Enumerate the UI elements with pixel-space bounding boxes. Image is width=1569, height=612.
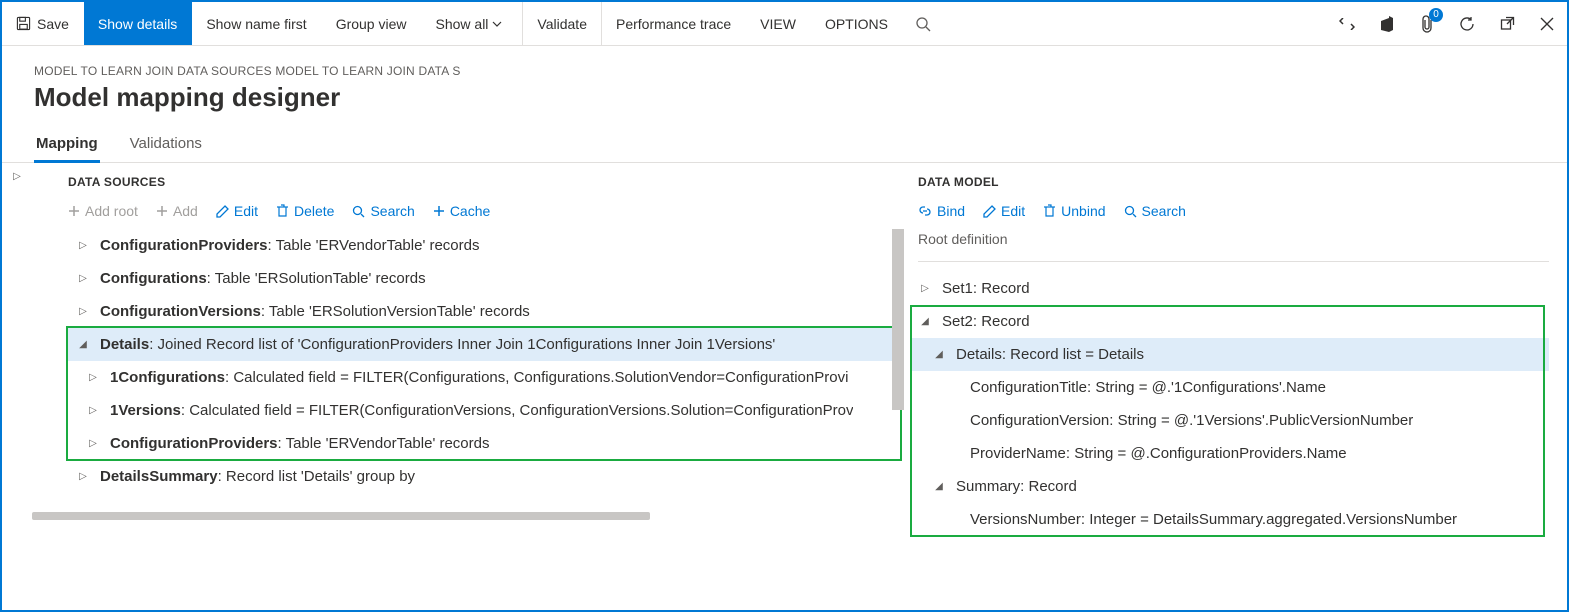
bind-button[interactable]: Bind: [918, 203, 965, 219]
expander-icon[interactable]: ▷: [76, 471, 90, 482]
expander-icon[interactable]: ▷: [86, 438, 100, 449]
validate-button[interactable]: Validate: [523, 2, 602, 45]
collapse-panel-toggle[interactable]: ▷: [2, 163, 32, 591]
search-icon: [1124, 205, 1137, 218]
edit-button[interactable]: Edit: [216, 203, 258, 219]
popout-button[interactable]: [1487, 2, 1527, 45]
unbind-button[interactable]: Unbind: [1043, 203, 1105, 219]
office-icon: [1380, 16, 1394, 32]
plus-icon: [433, 205, 445, 217]
edit-dm-button[interactable]: Edit: [983, 203, 1025, 219]
divider: [918, 261, 1549, 262]
save-button[interactable]: Save: [2, 2, 84, 45]
plus-icon: [68, 205, 80, 217]
collapser-icon[interactable]: ◢: [932, 349, 946, 360]
options-button[interactable]: OPTIONS: [811, 2, 903, 45]
tabs: Mapping Validations: [2, 119, 1567, 163]
horizontal-scrollbar[interactable]: [32, 511, 890, 521]
data-model-tree: ▷Set1: Record ◢Set2: Record ◢Details: Re…: [910, 272, 1549, 536]
search-icon: [915, 16, 931, 32]
popout-icon: [1500, 16, 1515, 31]
tree-row[interactable]: ▷ConfigurationProviders: Table 'ERVendor…: [68, 427, 904, 460]
performance-trace-button[interactable]: Performance trace: [602, 2, 746, 45]
tree-row[interactable]: ◢Summary: Record: [910, 470, 1549, 503]
tree-row[interactable]: ▷ConfigurationVersions: Table 'ERSolutio…: [68, 295, 904, 328]
search-button[interactable]: [903, 2, 943, 45]
attachments-badge: 0: [1429, 8, 1443, 22]
expander-icon[interactable]: ▷: [76, 306, 90, 317]
refresh-icon: [1459, 16, 1475, 32]
show-all-dropdown[interactable]: Show all: [422, 2, 524, 45]
tree-row[interactable]: VersionsNumber: Integer = DetailsSummary…: [910, 503, 1549, 536]
attachments-button[interactable]: 0: [1407, 2, 1447, 45]
tree-row[interactable]: ▷Set1: Record: [910, 272, 1549, 305]
vertical-scrollbar[interactable]: [892, 229, 904, 410]
tree-row[interactable]: ConfigurationVersion: String = @.'1Versi…: [910, 404, 1549, 437]
collapser-icon[interactable]: ◢: [76, 339, 90, 350]
expander-icon[interactable]: ▷: [86, 372, 100, 383]
tree-row-selected[interactable]: ◢Details: Joined Record list of 'Configu…: [68, 328, 904, 361]
tree-row[interactable]: ◢Set2: Record: [910, 305, 1549, 338]
link-icon: [1339, 18, 1355, 30]
root-definition-label: Root definition: [910, 231, 1549, 261]
close-icon: [1540, 17, 1554, 31]
tab-mapping[interactable]: Mapping: [34, 127, 100, 162]
show-details-button[interactable]: Show details: [84, 2, 192, 45]
expander-icon[interactable]: ▷: [918, 283, 932, 294]
expander-icon[interactable]: ▷: [76, 240, 90, 251]
refresh-button[interactable]: [1447, 2, 1487, 45]
page-title: Model mapping designer: [34, 82, 1535, 113]
pencil-icon: [983, 205, 996, 218]
breadcrumb: MODEL TO LEARN JOIN DATA SOURCES MODEL T…: [34, 64, 1535, 78]
tree-row[interactable]: ▷Configurations: Table 'ERSolutionTable'…: [68, 262, 904, 295]
tree-row[interactable]: ConfigurationTitle: String = @.'1Configu…: [910, 371, 1549, 404]
expander-icon[interactable]: ▷: [86, 405, 100, 416]
toolbar: Save Show details Show name first Group …: [2, 2, 1567, 46]
collapser-icon[interactable]: ◢: [918, 316, 932, 327]
trash-icon: [276, 204, 289, 218]
save-icon: [16, 16, 31, 31]
view-button[interactable]: VIEW: [746, 2, 811, 45]
delete-button[interactable]: Delete: [276, 203, 334, 219]
group-view-button[interactable]: Group view: [322, 2, 422, 45]
add-root-button[interactable]: Add root: [68, 203, 138, 219]
page-header: MODEL TO LEARN JOIN DATA SOURCES MODEL T…: [2, 46, 1567, 119]
data-sources-tree: ▷ConfigurationProviders: Table 'ERVendor…: [68, 229, 904, 493]
link-icon-button[interactable]: [1327, 2, 1367, 45]
trash-icon: [1043, 204, 1056, 218]
add-button[interactable]: Add: [156, 203, 198, 219]
link-icon: [918, 204, 932, 218]
cache-button[interactable]: Cache: [433, 203, 490, 219]
show-name-first-button[interactable]: Show name first: [192, 2, 321, 45]
tree-row[interactable]: ProviderName: String = @.ConfigurationPr…: [910, 437, 1549, 470]
tree-row[interactable]: ▷1Versions: Calculated field = FILTER(Co…: [68, 394, 904, 427]
chevron-down-icon: [492, 19, 502, 29]
tree-row[interactable]: ▷DetailsSummary: Record list 'Details' g…: [68, 460, 904, 493]
plus-icon: [156, 205, 168, 217]
close-button[interactable]: [1527, 2, 1567, 45]
data-model-commands: Bind Edit Unbind Search: [910, 199, 1549, 231]
expander-icon[interactable]: ▷: [76, 273, 90, 284]
tab-validations[interactable]: Validations: [128, 127, 204, 162]
tree-row[interactable]: ▷ConfigurationProviders: Table 'ERVendor…: [68, 229, 904, 262]
data-sources-heading: DATA SOURCES: [32, 169, 904, 199]
search-ds-button[interactable]: Search: [352, 203, 414, 219]
pencil-icon: [216, 205, 229, 218]
data-sources-commands: Add root Add Edit Delete Search Cache: [32, 199, 904, 229]
tree-row[interactable]: ▷1Configurations: Calculated field = FIL…: [68, 361, 904, 394]
search-icon: [352, 205, 365, 218]
search-dm-button[interactable]: Search: [1124, 203, 1186, 219]
office-icon-button[interactable]: [1367, 2, 1407, 45]
data-model-heading: DATA MODEL: [910, 169, 1549, 199]
collapser-icon[interactable]: ◢: [932, 481, 946, 492]
tree-row-selected[interactable]: ◢Details: Record list = Details: [910, 338, 1549, 371]
